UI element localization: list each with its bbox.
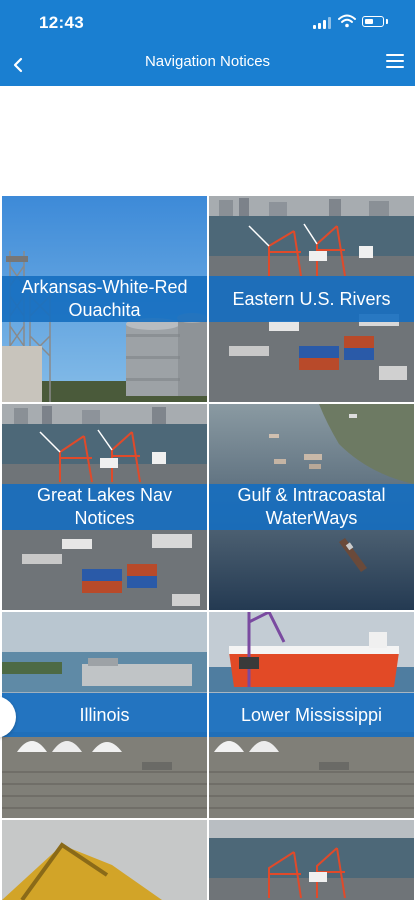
tile-label: Gulf & Intracoastal WaterWays bbox=[237, 485, 386, 528]
cellular-signal-icon bbox=[313, 17, 331, 29]
tile-label-band: Arkansas-White-Red Ouachita bbox=[2, 276, 207, 322]
tile-label-band: Eastern U.S. Rivers bbox=[209, 276, 414, 322]
status-bar: 12:43 bbox=[0, 0, 415, 44]
app-header: 12:43 Navigation Notices bbox=[0, 0, 415, 86]
tile-label-band: Illinois bbox=[2, 693, 207, 737]
tile-label: Arkansas-White-Red Ouachita bbox=[21, 277, 188, 320]
battery-icon bbox=[362, 16, 384, 27]
tile-illinois[interactable]: Illinois bbox=[2, 612, 207, 818]
tile-lower-mississippi[interactable]: Lower Mississippi bbox=[209, 612, 414, 818]
page-title: Navigation Notices bbox=[144, 53, 271, 70]
status-time: 12:43 bbox=[39, 13, 84, 32]
tile-label: Great Lakes Nav Notices bbox=[36, 485, 173, 528]
battery-tip bbox=[386, 19, 388, 24]
tile-arkansas-white-red-ouachita[interactable]: Arkansas-White-Red Ouachita bbox=[2, 196, 207, 402]
tile-label-band: Gulf & Intracoastal WaterWays bbox=[209, 484, 414, 530]
tile-label: Eastern U.S. Rivers bbox=[232, 288, 391, 309]
navigation-bar: Navigation Notices bbox=[0, 44, 415, 86]
hamburger-menu-icon[interactable] bbox=[386, 53, 404, 69]
tile-partial-crane[interactable] bbox=[2, 820, 207, 900]
tile-great-lakes-nav-notices[interactable]: Great Lakes Nav Notices bbox=[2, 404, 207, 610]
tile-gulf-intracoastal-waterways[interactable]: Gulf & Intracoastal WaterWays bbox=[209, 404, 414, 610]
container-port-image bbox=[209, 820, 414, 900]
wifi-icon bbox=[338, 14, 356, 28]
tile-label-band: Great Lakes Nav Notices bbox=[2, 484, 207, 530]
tile-eastern-us-rivers[interactable]: Eastern U.S. Rivers bbox=[209, 196, 414, 402]
crane-image bbox=[2, 820, 207, 900]
tile-label-band: Lower Mississippi bbox=[209, 693, 414, 737]
tile-label: Lower Mississippi bbox=[240, 704, 383, 725]
tile-label: Illinois bbox=[79, 704, 130, 725]
tile-partial-port[interactable] bbox=[209, 820, 414, 900]
